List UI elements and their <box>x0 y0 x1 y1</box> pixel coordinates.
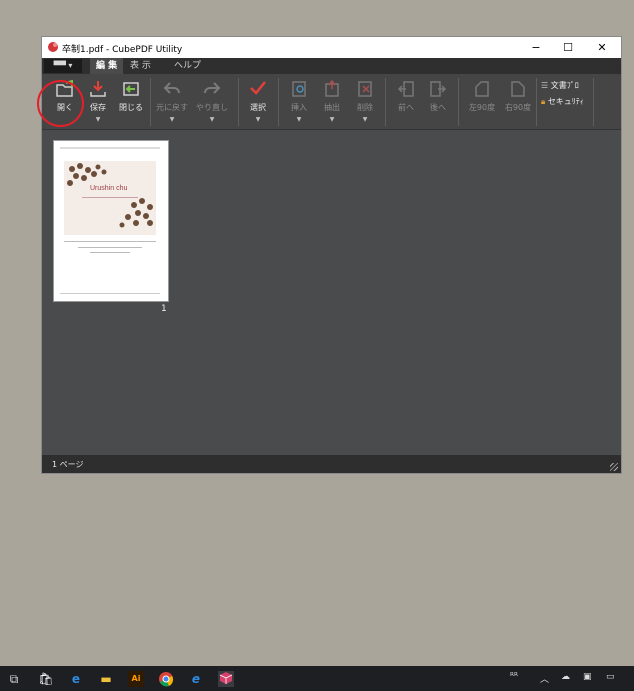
cubepdf-utility-taskbar-icon[interactable] <box>218 671 234 687</box>
redo-dropdown-icon[interactable]: ▼ <box>198 116 226 124</box>
toolbar-separator <box>536 78 537 126</box>
window-title: 卒制1.pdf - CubePDF Utility <box>62 45 183 55</box>
thumb-text-line <box>64 241 156 242</box>
battery-icon[interactable]: ▭ <box>606 672 615 682</box>
toolbar-separator <box>593 78 594 126</box>
save-dropdown-icon[interactable]: ▼ <box>84 116 112 124</box>
ribbon-toolbar: 開く 保存 ▼ 閉じる 元に戻す ▼ やり直し ▼ 選択 ▼ 挿入 ▼ 抽出 ▼… <box>42 74 621 130</box>
extract-button[interactable]: 抽出 ▼ <box>318 79 346 124</box>
cubepdf-app-icon <box>48 42 58 52</box>
title-bar: 卒制1.pdf - CubePDF Utility − ☐ ✕ <box>42 37 621 58</box>
insert-icon <box>285 80 313 102</box>
select-dropdown-icon[interactable]: ▼ <box>244 116 272 124</box>
edge-browser-icon[interactable]: e <box>68 671 84 687</box>
delete-dropdown-icon[interactable]: ▼ <box>351 116 379 124</box>
undo-icon <box>158 80 186 102</box>
tab-view[interactable]: 表 示 <box>124 58 157 74</box>
chrome-icon[interactable] <box>158 671 174 687</box>
redo-icon <box>198 80 226 102</box>
document-properties-button[interactable]: ☰ 文書ﾌﾟﾛ <box>541 80 579 91</box>
lock-icon: 🔒︎ <box>541 97 546 106</box>
list-icon: ☰ <box>541 81 549 90</box>
undo-button[interactable]: 元に戻す ▼ <box>156 80 188 124</box>
resize-grip-icon[interactable] <box>610 463 618 471</box>
rotate-right-button[interactable]: 右90度 <box>504 80 532 124</box>
security-button[interactable]: 🔒︎ セキュﾘﾃｨ <box>541 96 584 107</box>
close-window-button[interactable]: ✕ <box>587 39 617 56</box>
extract-dropdown-icon[interactable]: ▼ <box>318 116 346 124</box>
onedrive-cloud-icon[interactable]: ☁ <box>561 672 570 682</box>
redo-button[interactable]: やり直し ▼ <box>196 80 228 124</box>
tab-edit[interactable]: 編 集 <box>90 58 124 74</box>
show-hidden-icons-chevron-icon[interactable]: ︿ <box>540 672 549 685</box>
minimize-button[interactable]: − <box>521 39 551 56</box>
move-next-icon <box>424 80 452 102</box>
thumb-header-line <box>60 147 160 149</box>
undo-dropdown-icon[interactable]: ▼ <box>158 116 186 124</box>
delete-icon <box>351 80 379 102</box>
people-icon[interactable]: ᴿᴿ <box>510 672 518 682</box>
page-number-label: 1 <box>161 304 167 314</box>
open-button-highlight-ring <box>37 80 84 127</box>
extract-icon <box>318 79 346 102</box>
move-previous-icon <box>392 80 420 102</box>
status-bar: 1 ページ <box>42 455 621 473</box>
rotate-right-icon <box>504 80 532 102</box>
toolbar-separator <box>458 78 459 126</box>
save-icon <box>84 80 112 102</box>
delete-button[interactable]: 削除 ▼ <box>351 80 379 124</box>
thumb-text-line <box>90 252 130 253</box>
rotate-left-icon <box>468 80 496 102</box>
insert-button[interactable]: 挿入 ▼ <box>285 80 313 124</box>
file-menu-button[interactable]: ▀▀ ▾ <box>44 59 82 73</box>
thumb-footer-line <box>60 293 160 294</box>
close-file-icon <box>117 80 145 102</box>
page-thumbnail[interactable]: Urushin chu <box>53 140 169 302</box>
save-button[interactable]: 保存 ▼ <box>84 80 112 124</box>
rotate-left-button[interactable]: 左90度 <box>468 80 496 124</box>
windows-taskbar: ⧉ 🛍︎ e ▬ Ai e ᴿᴿ ︿ ☁ ▣ ▭ <box>0 666 634 691</box>
toolbar-separator <box>150 78 151 126</box>
move-next-button[interactable]: 後へ <box>424 80 452 124</box>
thumb-text-line <box>78 247 142 248</box>
illustrator-icon[interactable]: Ai <box>128 671 144 687</box>
checkmark-icon <box>244 80 272 102</box>
task-view-icon[interactable]: ⧉ <box>6 671 22 687</box>
app-window: 卒制1.pdf - CubePDF Utility − ☐ ✕ ▀▀ ▾ 編 集… <box>41 36 622 474</box>
network-icon[interactable]: ▣ <box>583 672 592 682</box>
ribbon-tab-bar: ▀▀ ▾ 編 集 表 示 ヘルプ <box>42 58 621 74</box>
store-bag-icon[interactable]: 🛍︎ <box>38 671 54 687</box>
close-file-button[interactable]: 閉じる <box>117 80 145 124</box>
move-previous-button[interactable]: 前へ <box>392 80 420 124</box>
select-button[interactable]: 選択 ▼ <box>244 80 272 124</box>
tab-help[interactable]: ヘルプ <box>168 58 207 74</box>
insert-dropdown-icon[interactable]: ▼ <box>285 116 313 124</box>
page-count-status: 1 ページ <box>52 460 84 469</box>
internet-explorer-icon[interactable]: e <box>188 671 204 687</box>
page-thumbnail-area[interactable]: Urushin chu 1 <box>42 130 621 455</box>
file-explorer-icon[interactable]: ▬ <box>98 671 114 687</box>
thumb-banner-image: Urushin chu <box>64 161 156 235</box>
thumb-title-text: Urushin chu <box>90 185 128 192</box>
maximize-button[interactable]: ☐ <box>553 39 583 56</box>
